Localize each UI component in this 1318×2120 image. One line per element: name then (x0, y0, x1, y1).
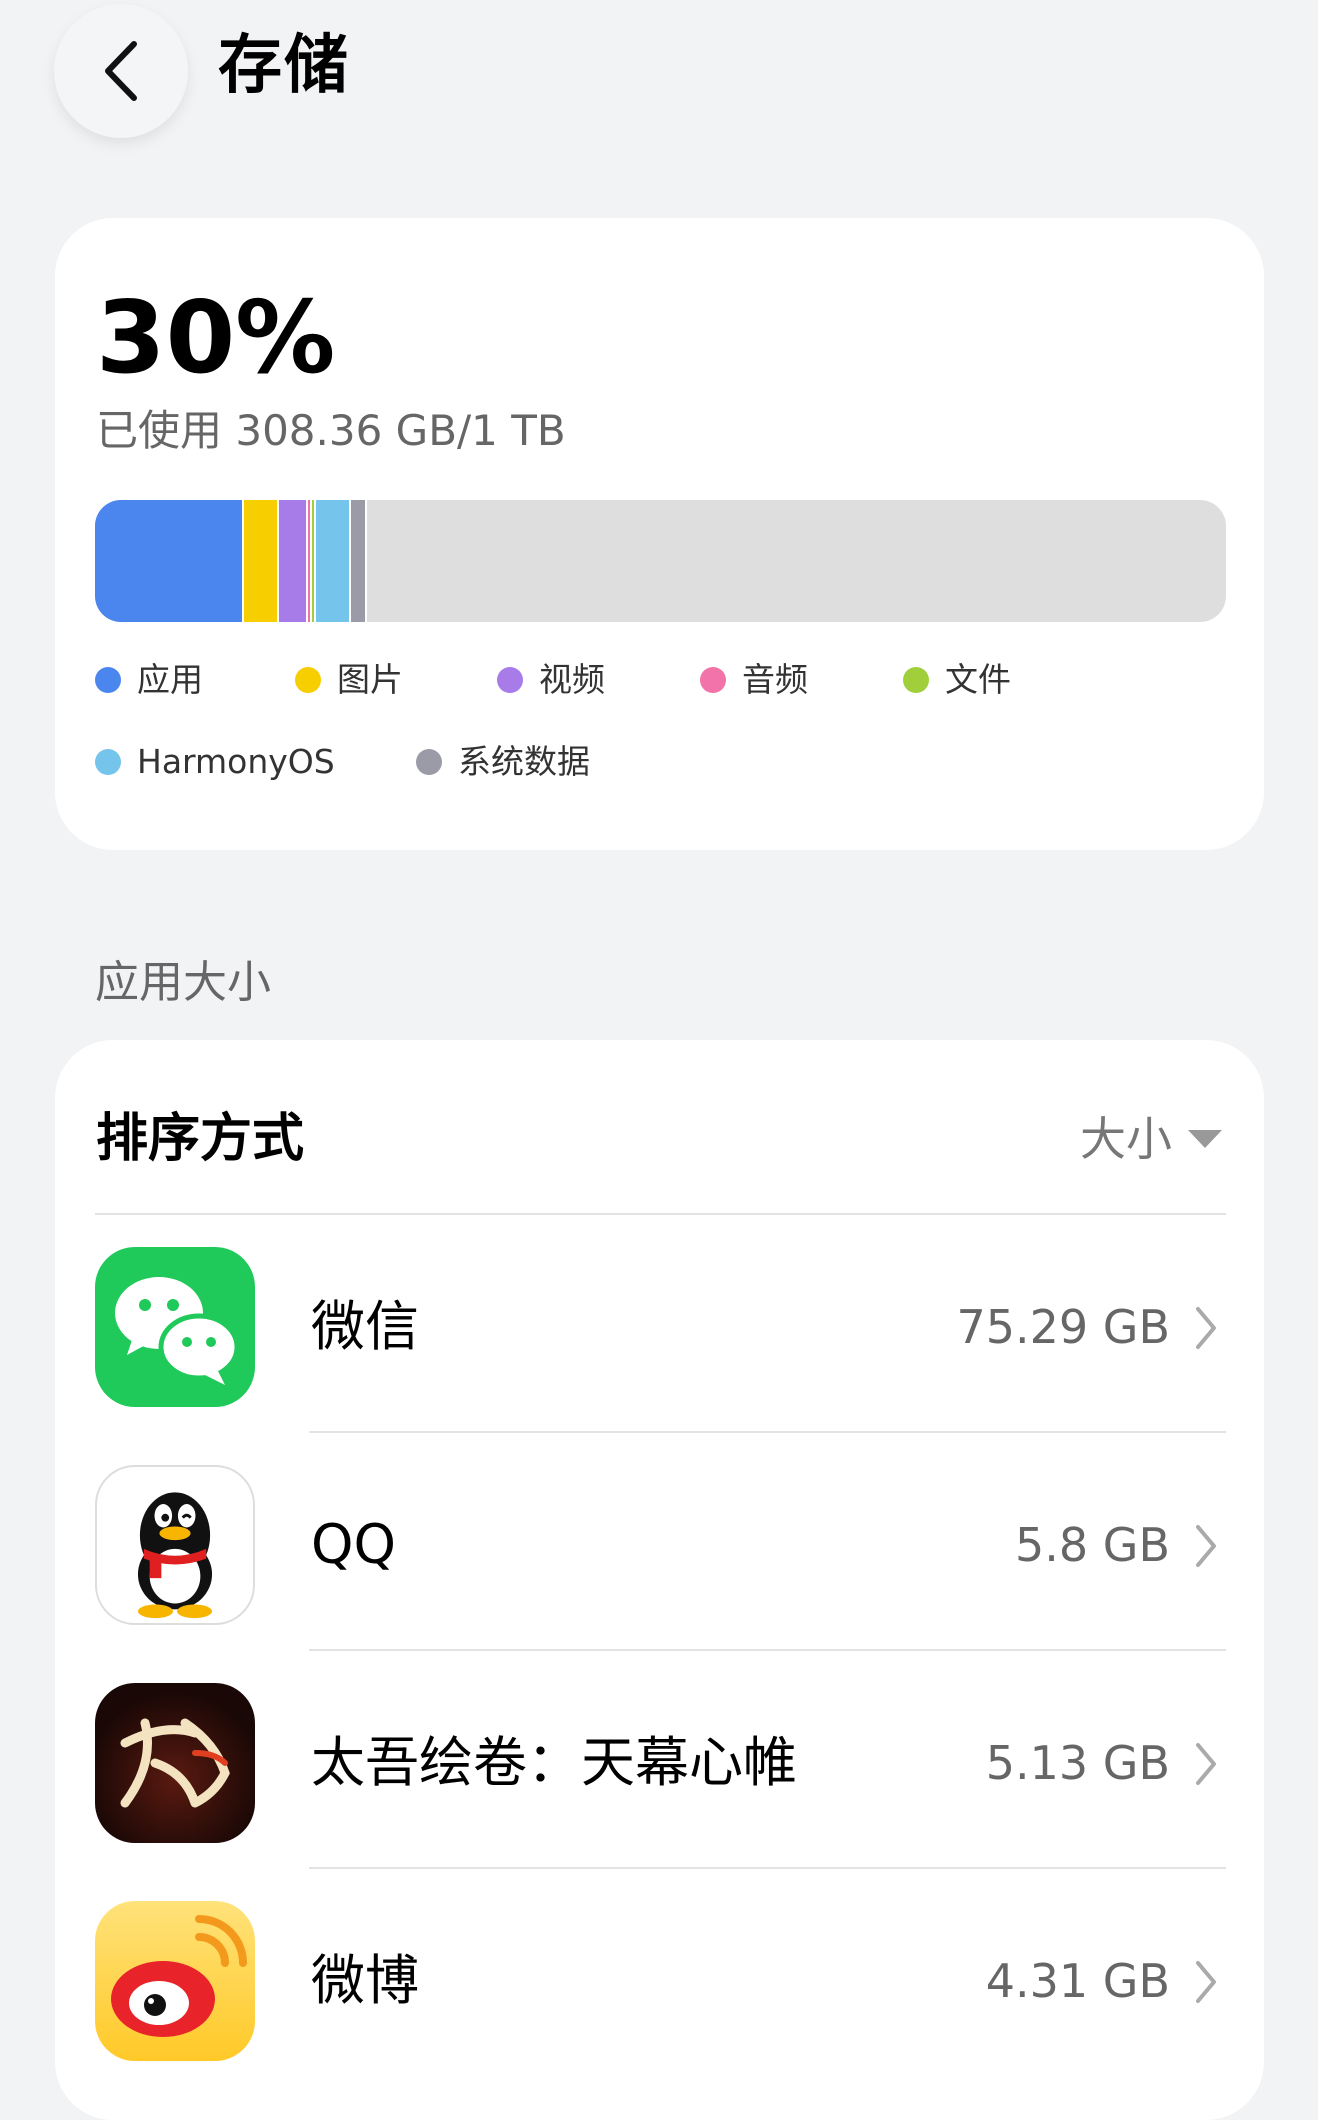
app-row-taiwu[interactable]: 太吾绘卷：天幕心帷 5.13 GB (55, 1663, 1264, 1881)
dropdown-arrow-icon (1188, 1130, 1222, 1148)
legend-label: 图片 (337, 660, 403, 699)
chevron-left-icon (105, 41, 137, 101)
page-title: 存储 (218, 29, 350, 103)
storage-percent: 30% (96, 279, 336, 396)
legend-label: 文件 (945, 660, 1011, 699)
legend-dot (700, 667, 726, 693)
chevron-right-icon (1196, 1525, 1216, 1567)
legend-dot (95, 667, 121, 693)
divider (309, 1431, 1226, 1433)
legend-label: 应用 (137, 660, 203, 699)
usage-segment (244, 500, 279, 622)
app-name: QQ (311, 1513, 397, 1576)
sort-dropdown[interactable]: 大小 (1080, 1106, 1222, 1172)
usage-segment (279, 500, 308, 622)
chevron-right-icon (1196, 1961, 1216, 2003)
divider (309, 1867, 1226, 1869)
header: 存储 (0, 0, 1318, 150)
legend-dot (416, 749, 442, 775)
legend-dot (903, 667, 929, 693)
usage-segment (95, 500, 244, 622)
legend-dot (497, 667, 523, 693)
back-button[interactable] (54, 4, 188, 138)
storage-summary-card: 30% 已使用 308.36 GB/1 TB 应用 图片 视频 音频 文件 Ha… (55, 218, 1264, 850)
app-size: 5.13 GB (985, 1736, 1170, 1790)
app-row-qq[interactable]: QQ 5.8 GB (55, 1445, 1264, 1663)
qq-icon (95, 1465, 255, 1625)
legend-item-videos: 视频 (497, 658, 605, 702)
wechat-icon (95, 1247, 255, 1407)
legend-dot (95, 749, 121, 775)
sort-label: 排序方式 (96, 1109, 305, 1169)
legend-item-system-data: 系统数据 (416, 740, 590, 784)
sort-value: 大小 (1080, 1112, 1172, 1166)
legend-item-audio: 音频 (700, 658, 808, 702)
app-size: 4.31 GB (985, 1954, 1170, 2008)
app-row-weibo[interactable]: 微博 4.31 GB (55, 1881, 1264, 2099)
usage-segment (351, 500, 367, 622)
taiwu-icon (95, 1683, 255, 1843)
app-name: 微信 (311, 1295, 419, 1358)
legend-item-apps: 应用 (95, 658, 203, 702)
chevron-right-icon (1196, 1307, 1216, 1349)
legend-label: 系统数据 (458, 742, 590, 781)
app-name: 太吾绘卷：天幕心帷 (311, 1731, 797, 1794)
legend-label: 视频 (539, 660, 605, 699)
legend-item-photos: 图片 (295, 658, 403, 702)
divider (309, 1649, 1226, 1651)
legend-item-harmonyos: HarmonyOS (95, 740, 335, 784)
app-size-card: 排序方式 大小 微信 75.29 GB QQ 5.8 GB 太吾绘卷：天幕心帷 … (55, 1040, 1264, 2120)
app-size-section-title: 应用大小 (95, 957, 271, 1008)
legend-dot (295, 667, 321, 693)
divider (95, 1213, 1226, 1215)
storage-usage-bar[interactable] (95, 500, 1226, 622)
chevron-right-icon (1196, 1743, 1216, 1785)
legend-item-files: 文件 (903, 658, 1011, 702)
usage-segment (316, 500, 351, 622)
storage-used-text: 已使用 308.36 GB/1 TB (96, 406, 566, 455)
app-size: 75.29 GB (956, 1300, 1170, 1354)
app-name: 微博 (311, 1949, 419, 2012)
legend-label: 音频 (742, 660, 808, 699)
legend-label: HarmonyOS (137, 742, 335, 781)
weibo-icon (95, 1901, 255, 2061)
app-row-wechat[interactable]: 微信 75.29 GB (55, 1227, 1264, 1445)
app-size: 5.8 GB (1015, 1518, 1170, 1572)
